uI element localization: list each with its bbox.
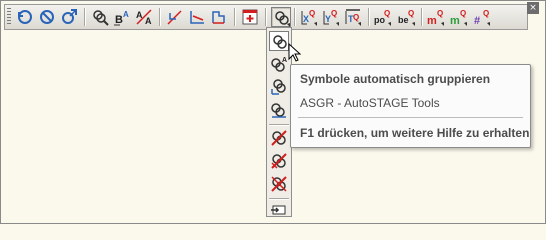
toolbar-separator — [159, 8, 160, 26]
text-size-a-a-icon[interactable]: AA — [134, 7, 154, 27]
svg-text:Q: Q — [331, 9, 337, 18]
svg-text:Q: Q — [460, 9, 466, 18]
label-po-q-icon[interactable]: po Q — [373, 7, 393, 27]
toolbar-separator — [368, 8, 369, 26]
svg-text:A: A — [145, 16, 152, 26]
rotate-arrow-icon[interactable] — [59, 7, 79, 27]
flyout-separator — [269, 124, 289, 125]
group-select-icon[interactable] — [269, 100, 289, 120]
ungroup-icon[interactable] — [269, 128, 289, 148]
ungroup-remove-icon[interactable] — [269, 174, 289, 194]
toolbar-separator — [421, 8, 422, 26]
tooltip-subtitle: ASGR - AutoSTAGE Tools — [300, 96, 440, 110]
label-y-q-icon[interactable]: YQ — [321, 7, 341, 27]
label-x-q-icon[interactable]: XQ — [299, 7, 319, 27]
tooltip-divider — [298, 117, 523, 118]
svg-text:Q: Q — [437, 9, 443, 18]
group-arrow-icon[interactable] — [269, 77, 289, 97]
label-m-q-red-icon[interactable]: mQ — [426, 7, 446, 27]
insert-table-icon[interactable] — [240, 7, 260, 27]
svg-text:Q: Q — [353, 13, 359, 22]
toolbar-separator — [84, 8, 85, 26]
label-overline-q-icon[interactable]: TQ — [343, 7, 363, 27]
angle-dimension-icon[interactable] — [209, 7, 229, 27]
flyout-separator — [269, 198, 289, 199]
ungroup-all-icon[interactable] — [269, 151, 289, 171]
tooltip-help-text: F1 drücken, um weitere Hilfe zu erhalten — [300, 126, 530, 140]
svg-text:Q: Q — [483, 9, 489, 18]
svg-text:Q: Q — [408, 9, 414, 18]
svg-text:#: # — [474, 15, 480, 27]
label-be-q-icon[interactable]: be Q — [397, 7, 417, 27]
group-label-icon[interactable]: A — [269, 54, 289, 74]
svg-text:m: m — [450, 15, 460, 27]
toolbar-separator — [234, 8, 235, 26]
position-number-search-icon[interactable] — [90, 7, 110, 27]
text-size-b-a-icon[interactable]: BA — [112, 7, 132, 27]
svg-text:Q: Q — [309, 9, 315, 18]
toolbar-grip[interactable] — [7, 8, 11, 26]
group-symbols-icon[interactable] — [271, 7, 291, 27]
svg-text:Q: Q — [384, 9, 390, 18]
arc-dimension-icon[interactable] — [187, 7, 207, 27]
label-hash-q-icon[interactable]: # Q — [472, 7, 492, 27]
insert-block-icon[interactable] — [269, 200, 289, 220]
svg-text:B: B — [115, 14, 123, 26]
tooltip: Symbole automatisch gruppieren ASGR - Au… — [290, 64, 531, 148]
svg-text:A: A — [282, 57, 287, 64]
rotate-cancel-icon[interactable] — [37, 7, 57, 27]
toolbar-close-button[interactable]: × — [527, 2, 539, 14]
group-auto-icon[interactable] — [269, 31, 289, 51]
toolbar-separator — [294, 8, 295, 26]
svg-text:be: be — [398, 15, 409, 25]
svg-text:A: A — [123, 10, 129, 19]
toolbar-separator — [265, 8, 266, 26]
svg-text:m: m — [427, 15, 437, 27]
rotate-icon[interactable] — [15, 7, 35, 27]
tooltip-title: Symbole automatisch gruppieren — [300, 72, 491, 86]
mouse-cursor-icon — [288, 43, 302, 62]
dimension-line-icon[interactable] — [165, 7, 185, 27]
label-m-q-green-icon[interactable]: mQ — [449, 7, 469, 27]
